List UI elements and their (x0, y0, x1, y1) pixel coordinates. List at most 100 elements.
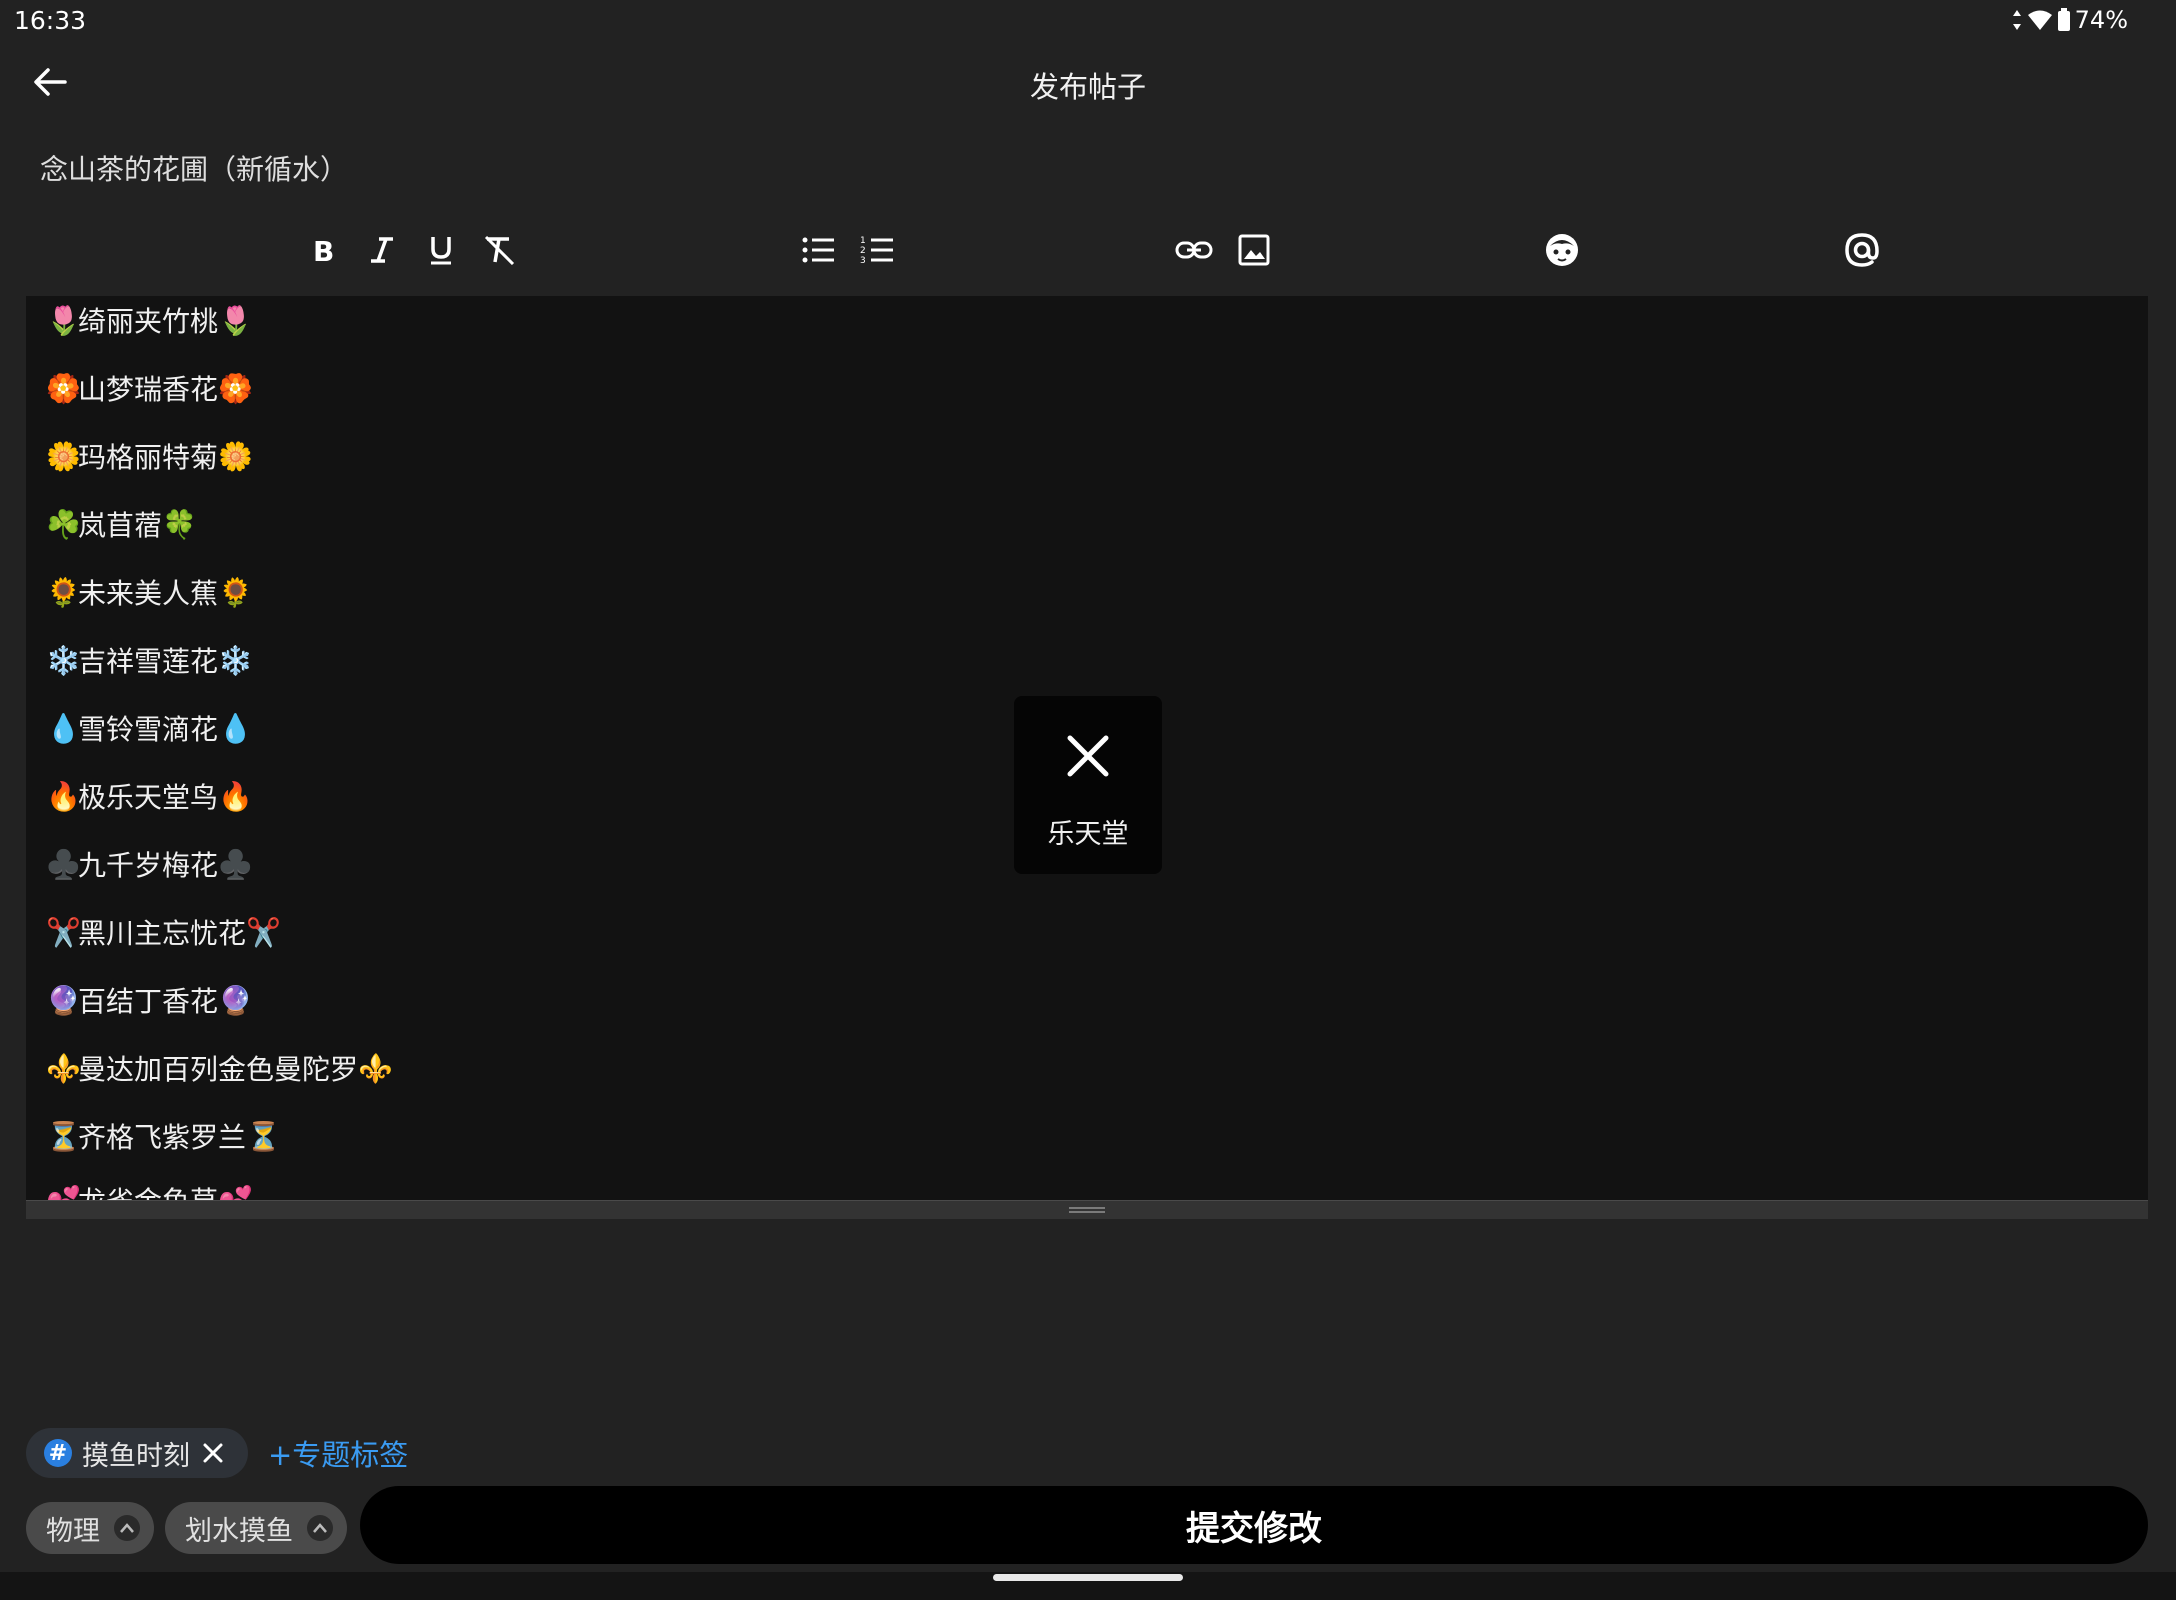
line-text: 曼达加百列金色曼陀罗 (78, 1053, 359, 1086)
svg-text:1: 1 (860, 236, 866, 246)
submit-changes-button[interactable]: 提交修改 (360, 1486, 2148, 1564)
editor-line: 🔥 极乐天堂鸟 🔥 (46, 776, 253, 816)
chevron-up-icon (114, 1515, 140, 1541)
scissors-emoji: ✂️ (46, 915, 81, 949)
toast-label: 乐天堂 (1047, 819, 1129, 850)
fleur-de-lis-emoji: ⚜️ (46, 1051, 81, 1085)
scissors-emoji: ✂️ (246, 915, 281, 949)
topic-tag-label: 摸鱼时刻 (82, 1440, 190, 1472)
snowflake-emoji: ❄️ (46, 643, 81, 677)
post-title-input[interactable]: 念山茶的花圃（新循水） (40, 148, 348, 188)
editor-line: 🌻 未来美人蕉 🌻 (46, 572, 253, 612)
blossom-emoji: 🌼 (218, 439, 253, 473)
category-chip-physics[interactable]: 物理 (26, 1502, 154, 1554)
tulip-emoji: 🌷 (218, 303, 253, 337)
line-text: 山梦瑞香花 (78, 373, 219, 406)
rosette-emoji: 🏵️ (218, 371, 253, 405)
insert-image-button[interactable] (1232, 228, 1276, 272)
line-text: 极乐天堂鸟 (78, 781, 219, 814)
hourglass-emoji: ⏳ (246, 1119, 281, 1153)
bold-button[interactable]: B (300, 228, 344, 272)
numbered-list-button[interactable]: 123 (855, 228, 899, 272)
italic-icon (367, 235, 397, 265)
mention-button[interactable] (1840, 228, 1884, 272)
crystal-ball-emoji: 🔮 (218, 983, 253, 1017)
wifi-icon (2027, 9, 2053, 31)
editor-line: 💕龙雀金鱼草💕 (46, 1180, 253, 1201)
category-label: 物理 (46, 1515, 100, 1547)
line-text: 吉祥雪莲花 (78, 645, 219, 678)
droplet-emoji: 💧 (218, 711, 253, 745)
svg-text:2: 2 (860, 246, 866, 256)
crystal-ball-emoji: 🔮 (46, 983, 81, 1017)
mention-icon (1843, 231, 1881, 269)
editor-line: 💧 雪铃雪滴花 💧 (46, 708, 253, 748)
two-hearts-emoji: 💕 (46, 1183, 81, 1201)
line-text: 岚苜蓿 (78, 509, 163, 542)
line-text: 玛格丽特菊 (78, 441, 219, 474)
editor-line: ❄️ 吉祥雪莲花 ❄️ (46, 640, 253, 680)
link-button[interactable] (1172, 228, 1216, 272)
remove-tag-button[interactable] (200, 1440, 226, 1466)
line-text: 黑川主忘忧花 (78, 917, 247, 950)
clear-format-button[interactable] (478, 228, 522, 272)
editor-line: ♣️ 九千岁梅花 ♣️ (46, 844, 253, 884)
bullet-list-icon (801, 235, 835, 265)
sunflower-emoji: 🌻 (218, 575, 253, 609)
line-text: 雪铃雪滴花 (78, 713, 219, 746)
rosette-emoji: 🏵️ (46, 371, 81, 405)
drag-handle-icon (1069, 1207, 1105, 1213)
numbered-list-icon: 123 (860, 234, 894, 266)
editor-resize-handle[interactable] (26, 1200, 2148, 1219)
editor-line: 🌼 玛格丽特菊 🌼 (46, 436, 253, 476)
status-icons: 74% (2011, 6, 2128, 34)
editor-line: ⚜️ 曼达加百列金色曼陀罗 ⚜️ (46, 1048, 393, 1088)
italic-button[interactable] (360, 228, 404, 272)
line-text: 九千岁梅花 (78, 849, 219, 882)
line-text: 百结丁香花 (78, 985, 219, 1018)
four-leaf-clover-emoji: 🍀 (162, 507, 197, 541)
snowflake-emoji: ❄️ (218, 643, 253, 677)
emoji-button[interactable] (1540, 228, 1584, 272)
blossom-emoji: 🌼 (46, 439, 81, 473)
droplet-emoji: 💧 (46, 711, 81, 745)
fleur-de-lis-emoji: ⚜️ (358, 1051, 393, 1085)
bullet-list-button[interactable] (796, 228, 840, 272)
topic-tag-chip: # 摸鱼时刻 (26, 1428, 248, 1478)
editor-line: 🔮 百结丁香花 🔮 (46, 980, 253, 1020)
emoji-icon (1544, 232, 1580, 268)
clear-format-icon (483, 235, 517, 265)
editor-line: ☘️ 岚苜蓿 🍀 (46, 504, 197, 544)
app-bar: 发布帖子 (0, 44, 2176, 124)
home-indicator[interactable] (993, 1574, 1183, 1581)
tulip-emoji: 🌷 (46, 303, 81, 337)
underline-icon (426, 234, 456, 266)
fire-emoji: 🔥 (218, 779, 253, 813)
bold-icon: B (307, 235, 337, 265)
battery-icon (2057, 8, 2071, 32)
category-label: 划水摸鱼 (185, 1515, 293, 1547)
editor-line: 🌷 绮丽夹竹桃 🌷 (46, 300, 253, 340)
status-bar: 16:33 74% (0, 0, 2176, 44)
fire-emoji: 🔥 (46, 779, 81, 813)
status-time: 16:33 (14, 6, 87, 35)
add-topic-tag-link[interactable]: +专题标签 (268, 1432, 408, 1474)
category-chip-slacking[interactable]: 划水摸鱼 (165, 1502, 347, 1554)
sunflower-emoji: 🌻 (46, 575, 81, 609)
svg-text:B: B (313, 235, 334, 265)
page-title: 发布帖子 (1029, 70, 1146, 104)
line-text: 未来美人蕉 (78, 577, 219, 610)
data-arrows-icon (2011, 9, 2023, 31)
club-suit-emoji: ♣️ (46, 847, 81, 881)
svg-text:3: 3 (860, 256, 866, 266)
hash-icon: # (44, 1439, 72, 1467)
shamrock-emoji: ☘️ (46, 507, 81, 541)
close-icon (1064, 732, 1112, 780)
battery-percent: 74% (2074, 6, 2128, 34)
format-toolbar: B 123 (0, 222, 2176, 278)
underline-button[interactable] (419, 228, 463, 272)
hourglass-emoji: ⏳ (46, 1119, 81, 1153)
two-hearts-emoji: 💕 (218, 1183, 253, 1201)
editor-line: ⏳ 齐格飞紫罗兰 ⏳ (46, 1116, 281, 1156)
club-suit-emoji: ♣️ (218, 847, 253, 881)
